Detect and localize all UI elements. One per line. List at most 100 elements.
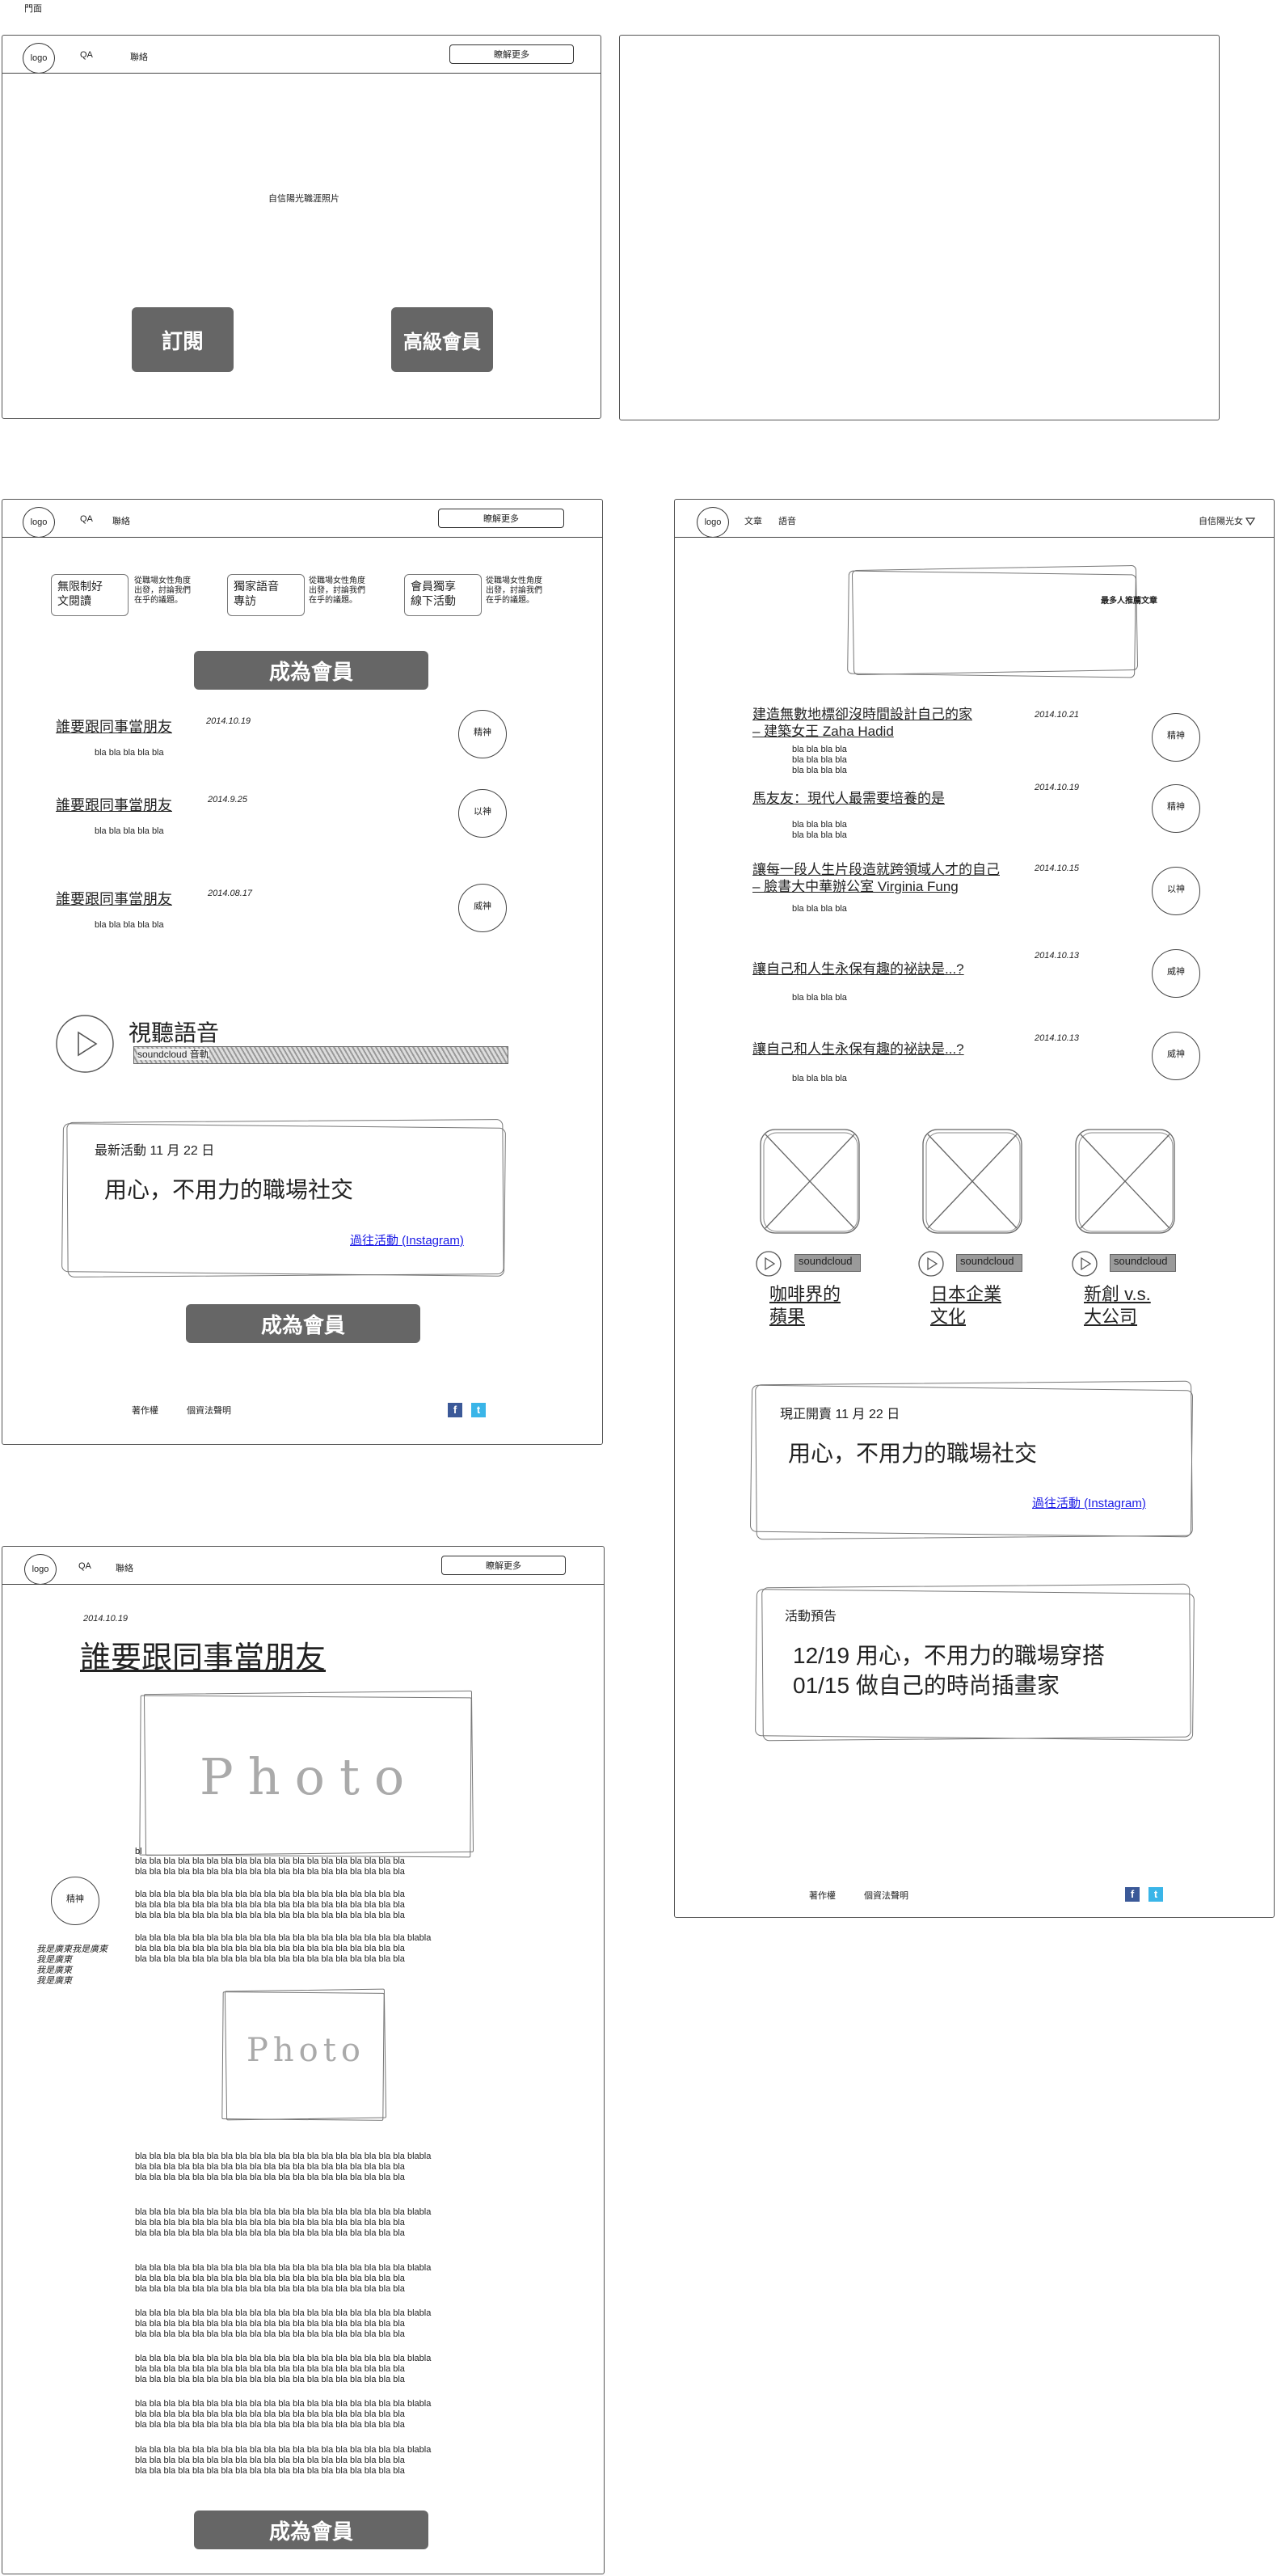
page-label: 門面 [24,4,42,14]
event-instagram-link[interactable]: 過往活動 (Instagram) [1032,1494,1146,1511]
article-title[interactable]: 讓每一段人生片段造就跨領域人才的自己 – 臉書大中華辦公室 Virginia Fu… [752,861,1000,895]
author-note: 我是廣東我是廣東 我是廣東 我是廣東 我是廣東 [36,1945,107,1986]
learn-more-button[interactable]: 瞭解更多 [441,1556,566,1575]
play-icon[interactable] [54,1013,116,1075]
article-date: 2014.08.17 [208,889,253,898]
nav-audio[interactable]: 語音 [778,514,796,527]
feature-title: 獨家語音 專訪 [234,580,279,607]
body-paragraph: bla bla bla bla bla bla bla bla bla bla … [135,2152,432,2182]
article-title[interactable]: 誰要跟同事當朋友 [56,716,172,737]
feature-desc: 從職場女性角度 出發，討論我們 在乎的議題。 [309,576,365,605]
audio-card-title[interactable]: 咖啡界的 蘋果 [769,1283,841,1328]
nav-articles[interactable]: 文章 [744,514,762,527]
body-paragraph: bla bla bla bla bla bla bla bla bla bla … [135,1856,405,1877]
header-divider [2,73,601,74]
article-tag-badge: 威神 [1152,949,1200,998]
article-tag-badge: 威神 [458,884,507,932]
event-title: 用心，不用力的職場社交 [104,1177,354,1202]
event-preview-item: 01/15 做自己的時尚插畫家 [793,1673,1060,1698]
photo-label: Photo [247,2032,365,2069]
article-excerpt: bla bla bla bla [792,1074,847,1083]
play-icon[interactable] [755,1250,782,1277]
footer-privacy[interactable]: 個資法聲明 [187,1406,231,1417]
article-title: 誰要跟同事當朋友 [80,1641,327,1675]
article-tag-badge: 精神 [1152,784,1200,833]
user-menu[interactable]: 自信陽光女 [1199,514,1256,527]
hero-photo-text: 自信陽光職涯照片 [268,194,339,204]
become-member-button[interactable]: 成為會員 [194,2511,428,2549]
facebook-icon[interactable]: f [1125,1887,1140,1902]
footer-copyright[interactable]: 著作權 [809,1891,836,1902]
article-tag-badge: 精神 [458,710,507,758]
footer-copyright[interactable]: 著作權 [132,1406,158,1417]
body-paragraph: bla bla bla bla bla bla bla bla bla bla … [135,1890,405,1920]
audio-track-bar[interactable]: soundcloud [794,1254,861,1272]
event-preview-label: 活動預告 [785,1610,837,1624]
premium-button[interactable]: 高級會員 [391,307,493,372]
learn-more-button[interactable]: 瞭解更多 [449,44,574,64]
nav-contact[interactable]: 聯絡 [116,1561,133,1574]
event-preview-item: 12/19 用心，不用力的職場穿搭 [793,1643,1105,1668]
footer-privacy[interactable]: 個資法聲明 [864,1891,908,1902]
article-title[interactable]: 誰要跟同事當朋友 [56,888,172,909]
play-icon[interactable] [1071,1250,1098,1277]
subscribe-button[interactable]: 訂閱 [132,307,234,372]
article-excerpt: bla bla bla bla bla [95,920,164,930]
nav-qa[interactable]: QA [80,514,93,524]
article-excerpt: bla bla bla bla bla [95,826,164,836]
logo[interactable]: logo [697,507,729,538]
image-placeholder-icon [760,1129,860,1234]
article-date: 2014.10.19 [206,716,251,726]
become-member-button[interactable]: 成為會員 [194,651,428,690]
audio-section-title: 視聽語音 [129,1020,220,1045]
article-date: 2014.10.19 [83,1614,129,1624]
article-excerpt: bla bla bla bla [792,993,847,1003]
user-menu-label: 自信陽光女 [1199,517,1243,526]
audio-track-bar[interactable]: soundcloud [956,1254,1022,1272]
twitter-icon[interactable]: t [471,1403,486,1417]
article-date: 2014.10.13 [1035,951,1080,961]
article-title[interactable]: 誰要跟同事當朋友 [56,794,172,815]
header-divider [675,537,1274,538]
article-date: 2014.10.19 [1035,783,1080,792]
header-divider [2,537,602,538]
audio-track-bar[interactable]: soundcloud 音軌 [133,1046,508,1064]
body-paragraph: bla bla bla bla bla bla bla bla bla bla … [135,2399,432,2430]
audio-card-title[interactable]: 新創 v.s. 大公司 [1084,1283,1151,1328]
article-title[interactable]: 建造無數地標卻沒時間設計自己的家 – 建築女王 Zaha Hadid [752,706,972,740]
body-paragraph: bla bla bla bla bla bla bla bla bla bla … [135,1933,432,1964]
facebook-icon[interactable]: f [448,1403,462,1417]
article-tag-badge: 以神 [1152,867,1200,915]
body-paragraph: bla bla bla bla bla bla bla bla bla bla … [135,2308,432,2339]
feature-title: 會員獨享 線下活動 [411,580,456,607]
nav-contact[interactable]: 聯絡 [112,514,130,527]
nav-contact[interactable]: 聯絡 [130,50,148,63]
twitter-icon[interactable]: t [1148,1887,1163,1902]
logo[interactable]: logo [24,1554,57,1585]
learn-more-button[interactable]: 瞭解更多 [438,509,564,528]
become-member-button[interactable]: 成為會員 [186,1304,420,1343]
nav-qa[interactable]: QA [80,50,93,60]
audio-track-bar[interactable]: soundcloud [1110,1254,1176,1272]
event-title: 用心，不用力的職場社交 [788,1441,1038,1466]
image-placeholder-icon [922,1129,1022,1234]
play-icon[interactable] [917,1250,945,1277]
article-tag-badge: 以神 [458,789,507,838]
nav-qa[interactable]: QA [78,1561,91,1571]
article-title[interactable]: 讓自己和人生永保有趣的祕訣是...? [752,957,964,978]
article-tag-badge: 精神 [51,1877,99,1925]
header-divider [2,1584,604,1585]
logo[interactable]: logo [23,507,55,538]
article-excerpt: bla bla bla bla bla bla bla bla [792,820,847,840]
event-instagram-link[interactable]: 過往活動 (Instagram) [350,1231,464,1248]
feature-title: 無限制好 文閱讀 [57,580,103,607]
audio-track-label: soundcloud 音軌 [137,1049,209,1060]
audio-card-title[interactable]: 日本企業 文化 [930,1283,1001,1328]
frame-member: logo QA 聯絡 瞭解更多 無限制好 文閱讀 從職場女性角度 出發，討論我們 在乎… [2,499,603,1445]
recommended-box-sketch [847,570,1136,678]
article-title[interactable]: 讓自己和人生永保有趣的祕訣是...? [752,1037,964,1058]
logo[interactable]: logo [23,43,55,74]
image-placeholder-icon [1075,1129,1175,1234]
article-title[interactable]: 馬友友：現代人最需要培養的是 [752,787,945,807]
article-excerpt: bla bla bla bla bla [95,748,164,758]
